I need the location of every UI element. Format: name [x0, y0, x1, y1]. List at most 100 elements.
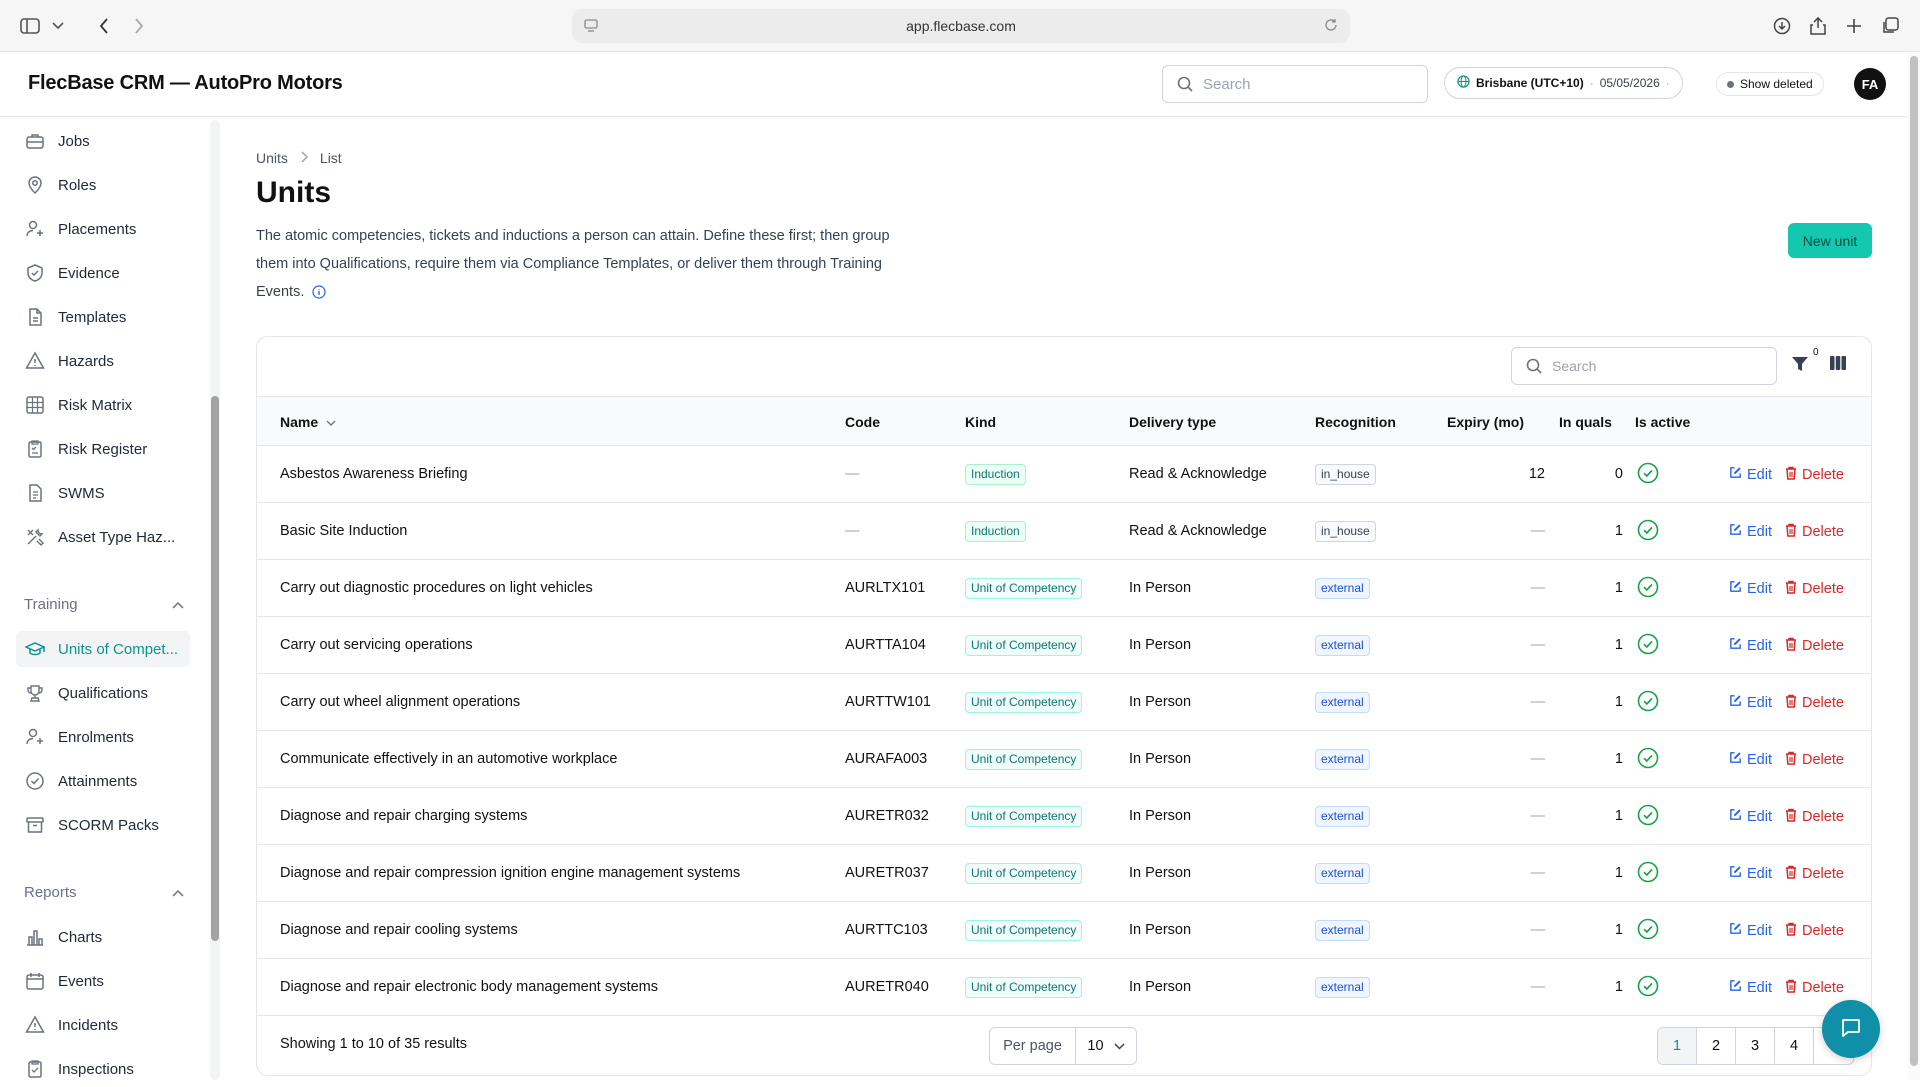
- info-icon[interactable]: [312, 285, 326, 299]
- edit-button[interactable]: Edit: [1729, 466, 1772, 483]
- per-page-select[interactable]: Per page 10: [989, 1027, 1137, 1065]
- per-page-value[interactable]: 10: [1076, 1038, 1136, 1054]
- tab-overview-icon[interactable]: [1876, 12, 1904, 40]
- column-header-is-active[interactable]: Is active: [1635, 414, 1690, 430]
- edit-button[interactable]: Edit: [1729, 979, 1772, 996]
- edit-button[interactable]: Edit: [1729, 523, 1772, 540]
- sidebar-item-units-of-competency[interactable]: Units of Compet...: [16, 631, 190, 667]
- unit-name[interactable]: Diagnose and repair charging systems: [280, 808, 527, 824]
- download-icon[interactable]: [1768, 12, 1796, 40]
- unit-name[interactable]: Carry out servicing operations: [280, 637, 473, 653]
- forward-arrow-icon[interactable]: [125, 12, 153, 40]
- table-row[interactable]: Diagnose and repair electronic body mana…: [257, 959, 1871, 1016]
- delete-button[interactable]: Delete: [1785, 637, 1844, 655]
- breadcrumb-units[interactable]: Units: [256, 150, 288, 166]
- table-search-input[interactable]: Search: [1511, 347, 1777, 385]
- separator-dot: ·: [1589, 76, 1594, 90]
- back-arrow-icon[interactable]: [90, 12, 118, 40]
- sidebar-item-roles[interactable]: Roles: [16, 167, 190, 203]
- edit-icon: [1729, 580, 1742, 597]
- column-header-expiry[interactable]: Expiry (mo): [1447, 414, 1524, 430]
- chat-launcher-button[interactable]: [1822, 1000, 1880, 1058]
- new-unit-button[interactable]: New unit: [1788, 223, 1872, 258]
- sidebar-item-risk-matrix[interactable]: Risk Matrix: [16, 387, 190, 423]
- sidebar-item-evidence[interactable]: Evidence: [16, 255, 190, 291]
- sidebar-item-asset-type-hazards[interactable]: Asset Type Haz...: [16, 519, 190, 555]
- sidebar-item-inspections[interactable]: Inspections: [16, 1051, 190, 1087]
- sidebar-item-charts[interactable]: Charts: [16, 919, 190, 955]
- delete-button[interactable]: Delete: [1785, 751, 1844, 769]
- sidebar-item-jobs[interactable]: Jobs: [16, 123, 190, 159]
- column-header-code[interactable]: Code: [845, 414, 880, 430]
- unit-name[interactable]: Communicate effectively in an automotive…: [280, 751, 617, 767]
- page-button-1[interactable]: 1: [1658, 1028, 1697, 1064]
- sidebar-scrollbar[interactable]: [210, 120, 220, 1080]
- edit-button[interactable]: Edit: [1729, 694, 1772, 711]
- column-header-in-quals[interactable]: In quals: [1559, 414, 1612, 430]
- table-row[interactable]: Carry out diagnostic procedures on light…: [257, 560, 1871, 617]
- delete-button[interactable]: Delete: [1785, 694, 1844, 712]
- edit-button[interactable]: Edit: [1729, 751, 1772, 768]
- avatar[interactable]: FA: [1854, 68, 1886, 100]
- table-row[interactable]: Asbestos Awareness Briefing — Induction Rea…: [257, 446, 1871, 503]
- unit-name[interactable]: Carry out wheel alignment operations: [280, 694, 520, 710]
- sidebar-item-templates[interactable]: Templates: [16, 299, 190, 335]
- reload-icon[interactable]: [1324, 18, 1338, 35]
- edit-button[interactable]: Edit: [1729, 808, 1772, 825]
- sidebar-item-incidents[interactable]: Incidents: [16, 1007, 190, 1043]
- page-button-3[interactable]: 3: [1736, 1028, 1775, 1064]
- page-scrollbar[interactable]: [1908, 52, 1920, 1080]
- delete-button[interactable]: Delete: [1785, 922, 1844, 940]
- table-row[interactable]: Diagnose and repair cooling systems AURTT…: [257, 902, 1871, 959]
- unit-name[interactable]: Diagnose and repair compression ignition…: [280, 865, 740, 881]
- table-row[interactable]: Diagnose and repair compression ignition…: [257, 845, 1871, 902]
- delete-button[interactable]: Delete: [1785, 979, 1844, 997]
- address-bar[interactable]: app.flecbase.com: [572, 9, 1350, 43]
- sidebar-item-hazards[interactable]: Hazards: [16, 343, 190, 379]
- sidebar-group-reports[interactable]: Reports: [24, 884, 184, 901]
- table-row[interactable]: Carry out servicing operations AURTTA104 U…: [257, 617, 1871, 674]
- sidebar-item-qualifications[interactable]: Qualifications: [16, 675, 190, 711]
- sidebar-item-risk-register[interactable]: Risk Register: [16, 431, 190, 467]
- delete-button[interactable]: Delete: [1785, 865, 1844, 883]
- sidebar-item-events[interactable]: Events: [16, 963, 190, 999]
- edit-button[interactable]: Edit: [1729, 580, 1772, 597]
- column-header-name[interactable]: Name: [280, 414, 336, 430]
- sidebar-group-training[interactable]: Training: [24, 596, 184, 613]
- show-deleted-toggle[interactable]: Show deleted: [1716, 72, 1824, 96]
- column-header-recognition[interactable]: Recognition: [1315, 414, 1396, 430]
- chevron-down-icon[interactable]: [44, 12, 72, 40]
- edit-button[interactable]: Edit: [1729, 922, 1772, 939]
- columns-toggle-button[interactable]: [1829, 355, 1847, 374]
- timezone-selector[interactable]: Brisbane (UTC+10) · 05/05/2026 ·: [1444, 67, 1683, 99]
- global-search-input[interactable]: Search: [1162, 65, 1428, 103]
- sidebar-item-placements[interactable]: Placements: [16, 211, 190, 247]
- table-row[interactable]: Carry out wheel alignment operations AURT…: [257, 674, 1871, 731]
- unit-name[interactable]: Basic Site Induction: [280, 523, 407, 539]
- unit-name[interactable]: Asbestos Awareness Briefing: [280, 466, 468, 482]
- table-row[interactable]: Diagnose and repair charging systems AURE…: [257, 788, 1871, 845]
- column-header-delivery-type[interactable]: Delivery type: [1129, 414, 1216, 430]
- unit-name[interactable]: Carry out diagnostic procedures on light…: [280, 580, 593, 596]
- column-header-kind[interactable]: Kind: [965, 414, 996, 430]
- sidebar-toggle-icon[interactable]: [16, 12, 44, 40]
- edit-button[interactable]: Edit: [1729, 637, 1772, 654]
- sidebar-item-swms[interactable]: SWMS: [16, 475, 190, 511]
- unit-name[interactable]: Diagnose and repair cooling systems: [280, 922, 518, 938]
- table-row[interactable]: Basic Site Induction — Induction Read & Ack…: [257, 503, 1871, 560]
- delete-button[interactable]: Delete: [1785, 523, 1844, 541]
- delete-button[interactable]: Delete: [1785, 466, 1844, 484]
- sidebar-item-attainments[interactable]: Attainments: [16, 763, 190, 799]
- table-row[interactable]: Communicate effectively in an automotive…: [257, 731, 1871, 788]
- delete-button[interactable]: Delete: [1785, 580, 1844, 598]
- share-icon[interactable]: [1804, 12, 1832, 40]
- sidebar-item-enrolments[interactable]: Enrolments: [16, 719, 190, 755]
- new-tab-icon[interactable]: [1840, 12, 1868, 40]
- filter-button[interactable]: 0: [1791, 347, 1819, 376]
- page-button-2[interactable]: 2: [1697, 1028, 1736, 1064]
- sidebar-item-scorm-packs[interactable]: SCORM Packs: [16, 807, 190, 843]
- edit-button[interactable]: Edit: [1729, 865, 1772, 882]
- unit-name[interactable]: Diagnose and repair electronic body mana…: [280, 979, 658, 995]
- page-button-4[interactable]: 4: [1775, 1028, 1814, 1064]
- delete-button[interactable]: Delete: [1785, 808, 1844, 826]
